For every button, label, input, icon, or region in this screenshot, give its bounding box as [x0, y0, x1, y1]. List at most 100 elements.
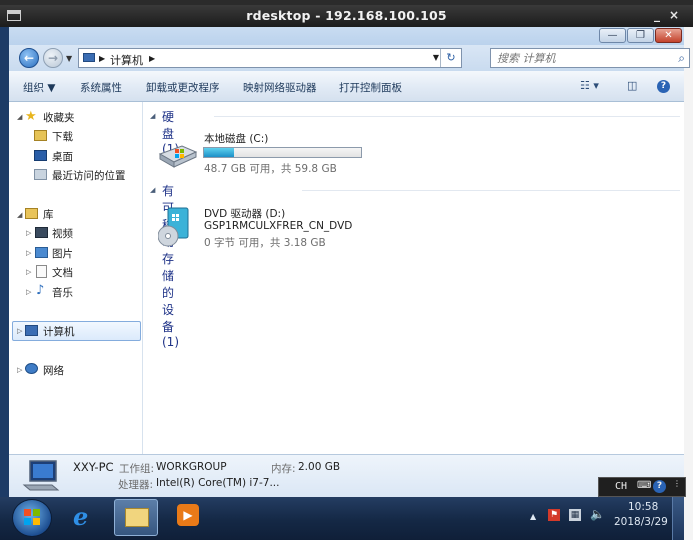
rdesktop-close-button[interactable]: ×: [669, 8, 679, 22]
recent-pages-dropdown[interactable]: ▼: [66, 54, 72, 63]
nav-favorites[interactable]: 收藏夹: [43, 110, 75, 125]
memory-value: 2.00 GB: [298, 461, 341, 473]
keyboard-icon[interactable]: ⌨: [637, 480, 651, 491]
group-collapse-icon[interactable]: ◢: [150, 112, 155, 120]
rdesktop-titlebar[interactable]: rdesktop - 192.168.100.105 _ ×: [0, 5, 693, 27]
breadcrumb-separator-icon[interactable]: ▶: [99, 54, 105, 63]
workgroup-value: WORKGROUP: [156, 461, 227, 473]
search-box[interactable]: ⌕: [490, 48, 690, 68]
search-input[interactable]: [497, 51, 657, 65]
media-player-icon: ▶: [177, 504, 199, 526]
collapse-arrow-icon[interactable]: ◢: [17, 211, 22, 219]
command-bar: 组织 ▼ 系统属性 卸载或更改程序 映射网络驱动器 打开控制面板 ☷ ▾ ◫ ?: [9, 71, 684, 102]
local-disk-space: 48.7 GB 可用，共 59.8 GB: [204, 163, 337, 175]
dvd-space: 0 字节 可用，共 3.18 GB: [204, 237, 326, 249]
group-divider: [214, 116, 680, 117]
memory-label: 内存:: [271, 463, 296, 475]
open-control-panel-button[interactable]: 打开控制面板: [339, 80, 402, 95]
computer-icon: [83, 53, 95, 62]
breadcrumb-chevron-icon[interactable]: ▶: [149, 54, 155, 63]
rdesktop-title: rdesktop - 192.168.100.105: [246, 8, 447, 23]
folder-icon: [125, 508, 149, 527]
address-bar[interactable]: ▶ 计算机 ▶ ▼ ↻: [78, 48, 462, 68]
clock-time[interactable]: 10:58: [628, 501, 658, 513]
refresh-icon[interactable]: ↻: [440, 49, 461, 67]
nav-libraries[interactable]: 库: [43, 207, 54, 222]
explorer-titlebar[interactable]: — ❐ ✕: [9, 27, 684, 47]
processor-label: 处理器:: [118, 479, 154, 491]
forward-button[interactable]: →: [43, 48, 63, 68]
music-icon: ♪: [36, 283, 45, 298]
nav-network[interactable]: 网络: [43, 363, 64, 378]
language-bar[interactable]: CH ⌨ ? ⋮: [598, 477, 686, 497]
expand-arrow-icon[interactable]: ▷: [17, 327, 22, 335]
map-network-drive-button[interactable]: 映射网络驱动器: [243, 80, 317, 95]
explorer-taskbar-button[interactable]: [114, 499, 158, 536]
input-language[interactable]: CH: [615, 481, 627, 492]
collapse-arrow-icon[interactable]: ◢: [17, 113, 22, 121]
search-icon[interactable]: ⌕: [678, 51, 685, 66]
explorer-close-button[interactable]: ✕: [655, 28, 682, 43]
show-desktop-button[interactable]: [672, 497, 684, 540]
nav-computer[interactable]: 计算机: [43, 324, 75, 339]
action-center-flag-icon[interactable]: ⚑: [548, 509, 560, 521]
internet-explorer-icon: e: [73, 502, 89, 531]
computer-icon: [25, 325, 38, 336]
local-disk-capacity-bar: [203, 147, 362, 158]
language-help-icon[interactable]: ?: [653, 480, 666, 493]
expand-arrow-icon[interactable]: ▷: [26, 229, 31, 237]
nav-desktop[interactable]: 桌面: [52, 149, 73, 164]
dvd-volume-label: GSP1RMCULXFRER_CN_DVD: [204, 220, 353, 232]
start-button[interactable]: [12, 499, 52, 537]
breadcrumb-computer[interactable]: 计算机: [110, 52, 143, 68]
organize-button[interactable]: 组织 ▼: [23, 80, 55, 95]
preview-pane-icon[interactable]: ◫: [627, 79, 637, 92]
details-pane: XXY-PC 工作组: WORKGROUP 内存: 2.00 GB 处理器: I…: [9, 454, 684, 497]
network-icon: [25, 363, 38, 374]
clock-date[interactable]: 2018/3/29: [614, 516, 668, 528]
address-row: ← → ▼ ▶ 计算机 ▶ ▼ ↻ ⌕: [9, 45, 690, 71]
desktop-icon: [34, 150, 47, 161]
downloads-folder-icon: [34, 130, 47, 141]
address-dropdown-icon[interactable]: ▼: [433, 53, 439, 62]
dvd-drive-name[interactable]: DVD 驱动器 (D:): [204, 206, 285, 221]
local-disk-icon[interactable]: [158, 140, 198, 168]
nav-documents[interactable]: 文档: [52, 265, 73, 280]
nav-recent-places[interactable]: 最近访问的位置: [52, 168, 126, 183]
expand-arrow-icon[interactable]: ▷: [26, 268, 31, 276]
help-icon[interactable]: ?: [657, 80, 670, 93]
local-disk-name[interactable]: 本地磁盘 (C:): [204, 131, 268, 146]
desktop-background: [0, 27, 9, 497]
media-player-taskbar-button[interactable]: ▶: [166, 499, 210, 536]
volume-icon[interactable]: 🔈: [590, 507, 605, 521]
nav-pictures[interactable]: 图片: [52, 246, 73, 261]
windows-logo-icon: [24, 509, 40, 525]
uninstall-program-button[interactable]: 卸载或更改程序: [146, 80, 220, 95]
explorer-minimize-button[interactable]: —: [599, 28, 626, 43]
favorites-star-icon: ★: [25, 109, 37, 124]
explorer-maximize-button[interactable]: ❐: [627, 28, 654, 43]
processor-value: Intel(R) Core(TM) i7-7...: [156, 477, 280, 489]
nav-music[interactable]: 音乐: [52, 285, 73, 300]
nav-downloads[interactable]: 下载: [52, 129, 73, 144]
group-collapse-icon[interactable]: ◢: [150, 186, 155, 194]
network-status-icon[interactable]: ▦: [569, 509, 581, 521]
videos-icon: [35, 227, 48, 238]
expand-arrow-icon[interactable]: ▷: [17, 366, 22, 374]
nav-videos[interactable]: 视频: [52, 226, 73, 241]
internet-explorer-taskbar-button[interactable]: e: [62, 499, 106, 536]
language-bar-options-icon[interactable]: ⋮: [673, 479, 681, 488]
expand-arrow-icon[interactable]: ▷: [26, 249, 31, 257]
host-desktop-strip: [684, 27, 693, 540]
pictures-icon: [35, 247, 48, 258]
libraries-icon: [25, 208, 38, 219]
view-options-icon[interactable]: ☷ ▾: [580, 79, 599, 92]
expand-arrow-icon[interactable]: ▷: [26, 288, 31, 296]
system-properties-button[interactable]: 系统属性: [80, 80, 122, 95]
recent-places-icon: [34, 169, 47, 180]
dvd-drive-icon[interactable]: [158, 206, 190, 248]
show-hidden-icons-button[interactable]: ▲: [530, 512, 536, 521]
group-divider: [302, 190, 680, 191]
rdesktop-minimize-button[interactable]: _: [654, 8, 660, 22]
back-button[interactable]: ←: [19, 48, 39, 68]
